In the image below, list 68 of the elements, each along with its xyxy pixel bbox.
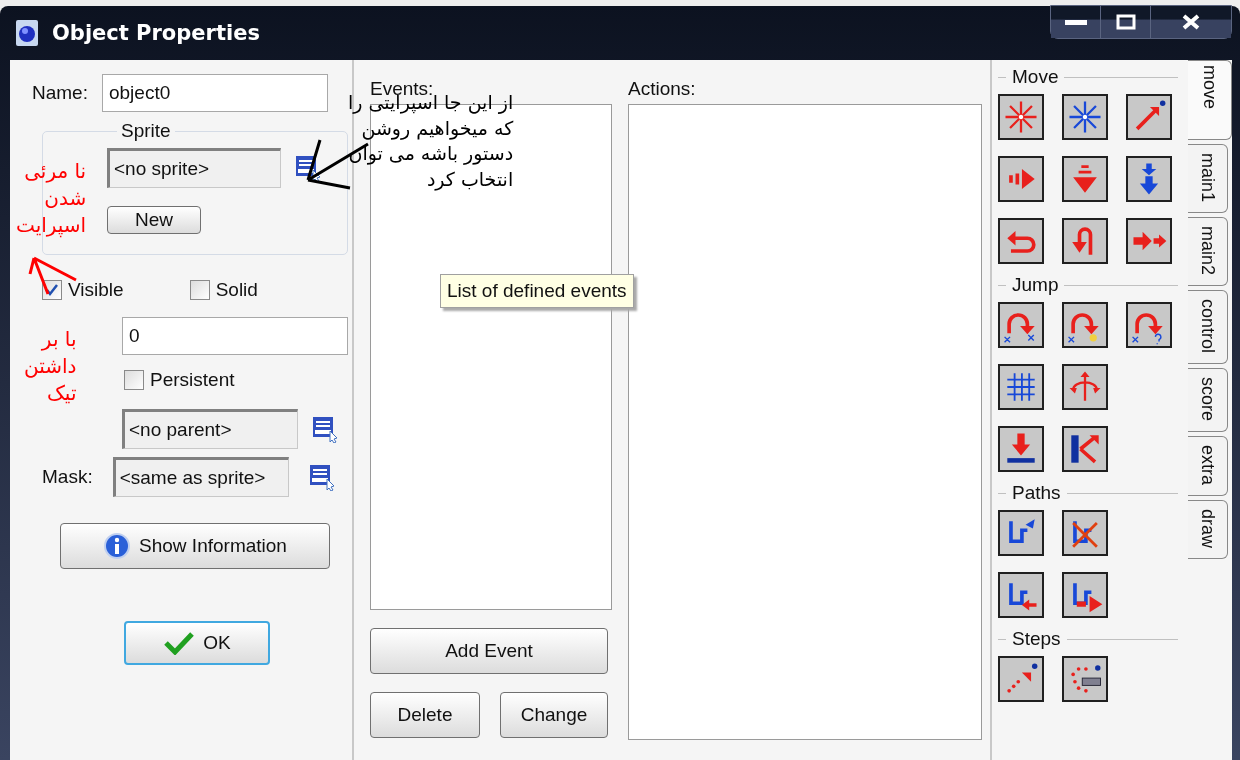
- annotation-text: نا مرئی شدن اسپرایت: [16, 158, 87, 239]
- group-label: Sprite: [120, 120, 172, 142]
- checkmark-icon: [45, 283, 59, 297]
- tooltip: List of defined events: [440, 274, 634, 308]
- list-picker-icon[interactable]: [295, 154, 321, 182]
- maximize-icon: [1115, 14, 1136, 30]
- window-title: Object Properties: [52, 21, 260, 45]
- action-button[interactable]: [1062, 656, 1108, 702]
- actions-label: Actions:: [628, 78, 697, 100]
- action-button[interactable]: [998, 302, 1044, 348]
- change-button[interactable]: Change: [500, 692, 608, 738]
- tab[interactable]: main1: [1188, 144, 1228, 214]
- action-button[interactable]: [1062, 572, 1108, 618]
- action-button[interactable]: [998, 656, 1044, 702]
- action-button[interactable]: [1062, 302, 1108, 348]
- action-button[interactable]: [1062, 426, 1108, 472]
- action-button[interactable]: [1062, 94, 1108, 140]
- minimize-icon: [1064, 18, 1087, 26]
- depth-field[interactable]: 0: [122, 317, 348, 355]
- tab[interactable]: extra: [1188, 436, 1228, 497]
- new-button[interactable]: New: [107, 206, 201, 234]
- action-button[interactable]: [1126, 218, 1172, 264]
- add-event-button[interactable]: Add Event: [370, 628, 608, 674]
- checkbox[interactable]: Visible: [42, 279, 124, 301]
- action-button[interactable]: [998, 156, 1044, 202]
- checkbox[interactable]: Persistent: [124, 369, 352, 391]
- tab[interactable]: draw: [1188, 500, 1228, 560]
- action-button[interactable]: [998, 572, 1044, 618]
- group-label: Steps: [1012, 628, 1061, 650]
- delete-button[interactable]: Delete: [370, 692, 480, 738]
- checkbox[interactable]: Solid: [189, 279, 258, 301]
- tab[interactable]: control: [1188, 290, 1228, 365]
- checkmark-icon: [163, 631, 196, 655]
- action-button[interactable]: [998, 94, 1044, 140]
- maximize-button[interactable]: [1101, 6, 1151, 38]
- name-label: Name:: [32, 82, 88, 104]
- action-button[interactable]: [998, 426, 1044, 472]
- group-label: Move: [1012, 66, 1059, 88]
- app-icon: [16, 20, 38, 46]
- action-button[interactable]: [1062, 364, 1108, 410]
- action-button[interactable]: [1062, 510, 1108, 556]
- action-button[interactable]: [998, 364, 1044, 410]
- parent-field[interactable]: <no parent>: [122, 409, 298, 449]
- mask-label: Mask:: [42, 466, 93, 488]
- mask-field[interactable]: <same as sprite>: [112, 457, 289, 497]
- close-icon: [1181, 13, 1201, 31]
- action-button[interactable]: [1126, 94, 1172, 140]
- action-button[interactable]: [1062, 156, 1108, 202]
- action-button[interactable]: [998, 218, 1044, 264]
- list-picker-icon[interactable]: [308, 463, 335, 491]
- sprite-field[interactable]: <no sprite>: [107, 148, 281, 188]
- action-button[interactable]: [998, 510, 1044, 556]
- annotation-text: با بر داشتن تیک: [24, 326, 77, 407]
- group-label: Paths: [1012, 482, 1061, 504]
- name-field[interactable]: object0: [101, 74, 328, 112]
- list-picker-icon[interactable]: [312, 415, 338, 443]
- tab[interactable]: main2: [1188, 217, 1228, 287]
- action-button[interactable]: [1126, 302, 1172, 348]
- tab[interactable]: move: [1188, 60, 1232, 140]
- tab[interactable]: score: [1188, 368, 1228, 433]
- close-button[interactable]: [1151, 6, 1231, 38]
- show-information-button[interactable]: Show Information: [60, 523, 330, 569]
- ok-button[interactable]: OK: [124, 621, 270, 665]
- action-button[interactable]: [1062, 218, 1108, 264]
- minimize-button[interactable]: [1051, 6, 1101, 38]
- action-button[interactable]: [1126, 156, 1172, 202]
- info-icon: [103, 532, 132, 560]
- group-label: Jump: [1012, 274, 1059, 296]
